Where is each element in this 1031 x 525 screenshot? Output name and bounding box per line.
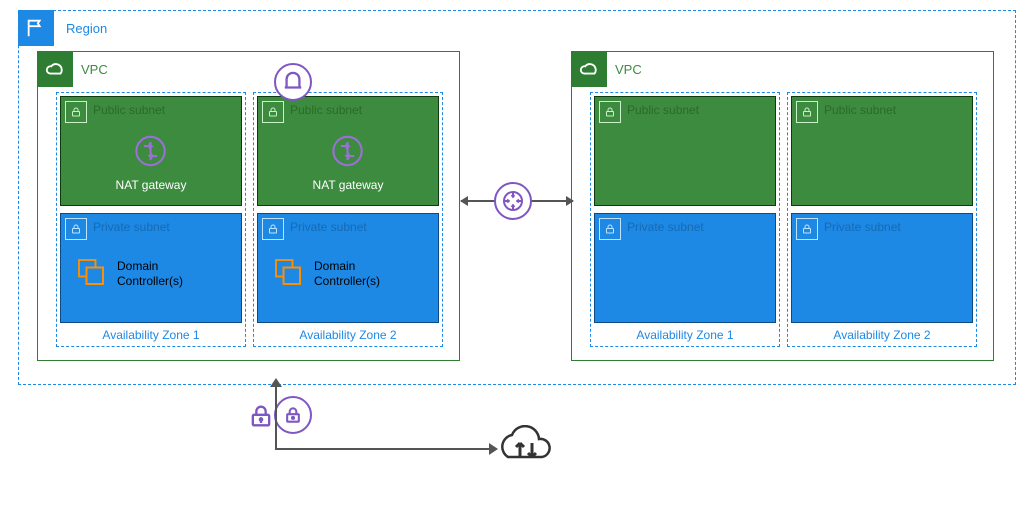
az-label: Availability Zone 2: [788, 328, 976, 342]
right-az2: Public subnet Private subnet Availabilit…: [787, 92, 977, 347]
vpc-cloud-icon: [571, 51, 607, 87]
domain-controller: Domain Controller(s): [270, 254, 380, 293]
subnet-lock-icon: [796, 218, 818, 240]
nat-gateway: NAT gateway: [313, 131, 384, 192]
nat-gateway: NAT gateway: [116, 131, 187, 192]
vpn-gateway-icon: [274, 396, 312, 434]
private-subnet-title: Private subnet: [627, 220, 704, 234]
arrow-right-icon: [489, 443, 498, 455]
az-label: Availability Zone 2: [254, 328, 442, 342]
public-subnet-title: Public subnet: [93, 103, 165, 117]
vpc-label: VPC: [607, 62, 642, 77]
vpc-right: VPC Public subnet Private subnet Availab…: [571, 51, 994, 361]
private-subnet-title: Private subnet: [93, 220, 170, 234]
transit-gateway-icon: [494, 182, 532, 220]
ec2-instances-icon: [73, 254, 109, 293]
vpc-cloud-icon: [37, 51, 73, 87]
right-az2-public-subnet: Public subnet: [791, 96, 973, 206]
internet-gateway-icon: [274, 63, 312, 101]
region-header: Region: [18, 10, 107, 46]
arrow-up-icon: [270, 378, 282, 387]
private-subnet-title: Private subnet: [824, 220, 901, 234]
public-subnet-title: Public subnet: [627, 103, 699, 117]
ec2-instances-icon: [270, 254, 306, 293]
right-az1-public-subnet: Public subnet: [594, 96, 776, 206]
vpn-line: [275, 448, 491, 450]
right-az1: Public subnet Private subnet Availabilit…: [590, 92, 780, 347]
subnet-lock-icon: [599, 101, 621, 123]
left-az1-private-subnet: Private subnet Domain Controller(s): [60, 213, 242, 323]
data-center-icon: [498, 425, 554, 476]
subnet-lock-icon: [796, 101, 818, 123]
region-flag-icon: [18, 10, 54, 46]
domain-controller-label: Domain Controller(s): [314, 259, 380, 289]
vpc-label: VPC: [73, 62, 108, 77]
public-subnet-title: Public subnet: [290, 103, 362, 117]
left-az1: Public subnet NAT gateway Private subnet…: [56, 92, 246, 347]
customer-gateway-icon: [245, 400, 277, 432]
nat-gateway-icon: [131, 131, 171, 174]
vpc-left-header: VPC: [37, 51, 108, 87]
subnet-lock-icon: [65, 101, 87, 123]
left-az1-public-subnet: Public subnet NAT gateway: [60, 96, 242, 206]
az-label: Availability Zone 1: [591, 328, 779, 342]
nat-gateway-label: NAT gateway: [313, 178, 384, 192]
region-label: Region: [62, 21, 107, 36]
private-subnet-title: Private subnet: [290, 220, 367, 234]
domain-controller: Domain Controller(s): [73, 254, 183, 293]
az-label: Availability Zone 1: [57, 328, 245, 342]
subnet-lock-icon: [599, 218, 621, 240]
nat-gateway-label: NAT gateway: [116, 178, 187, 192]
vpc-right-header: VPC: [571, 51, 642, 87]
nat-gateway-icon: [328, 131, 368, 174]
right-az2-private-subnet: Private subnet: [791, 213, 973, 323]
domain-controller-label: Domain Controller(s): [117, 259, 183, 289]
public-subnet-title: Public subnet: [824, 103, 896, 117]
vpc-left: VPC Public subnet NAT gateway Private su…: [37, 51, 460, 361]
subnet-lock-icon: [262, 101, 284, 123]
subnet-lock-icon: [262, 218, 284, 240]
left-az2-public-subnet: Public subnet NAT gateway: [257, 96, 439, 206]
subnet-lock-icon: [65, 218, 87, 240]
left-az2-private-subnet: Private subnet Domain Controller(s): [257, 213, 439, 323]
right-az1-private-subnet: Private subnet: [594, 213, 776, 323]
left-az2: Public subnet NAT gateway Private subnet…: [253, 92, 443, 347]
